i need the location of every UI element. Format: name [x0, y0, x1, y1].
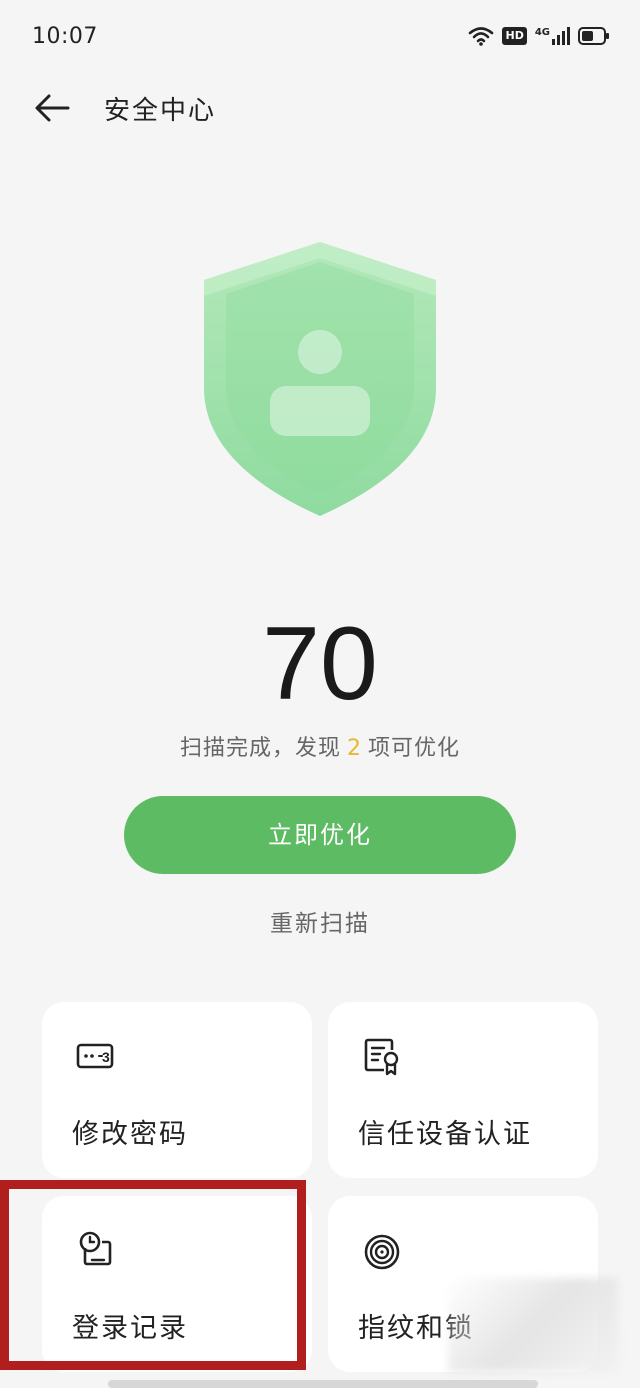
status-bar: 10:07 HD 4G — [0, 0, 640, 78]
page-title: 安全中心 — [104, 96, 217, 126]
login-history-icon — [74, 1228, 120, 1274]
security-score: 70 — [262, 606, 378, 722]
signal-4g-icon: 4G — [535, 27, 570, 45]
password-icon: 3 — [74, 1034, 120, 1080]
scan-summary: 扫描完成，发现 2 项可优化 — [0, 730, 640, 762]
card-label: 登录记录 — [72, 1313, 188, 1344]
card-change-password[interactable]: 3 修改密码 — [42, 1002, 312, 1178]
back-button[interactable] — [32, 90, 72, 126]
home-indicator[interactable] — [108, 1380, 538, 1388]
status-icons: HD 4G — [468, 26, 610, 46]
card-trusted-device[interactable]: 信任设备认证 — [328, 1002, 598, 1178]
card-label: 指纹和锁 — [358, 1313, 474, 1344]
fingerprint-icon — [360, 1228, 406, 1274]
wifi-icon — [468, 26, 494, 46]
app-bar: 安全中心 — [0, 78, 640, 138]
shield-user-icon — [200, 238, 440, 520]
hd-icon: HD — [502, 27, 527, 45]
security-center-screen: 10:07 HD 4G 安全中心 70 扫描完成，发现 2 项可优化 立即优化 … — [0, 0, 640, 1388]
svg-text:3: 3 — [102, 1049, 110, 1065]
issue-count: 2 — [347, 736, 362, 761]
network-type-label: 4G — [534, 27, 550, 38]
card-login-history[interactable]: 登录记录 — [42, 1196, 312, 1372]
card-fingerprint-lock[interactable]: 指纹和锁 — [328, 1196, 598, 1372]
certificate-icon — [360, 1034, 406, 1080]
battery-icon — [578, 27, 610, 45]
optimize-now-button[interactable]: 立即优化 — [124, 796, 516, 874]
scan-summary-prefix: 扫描完成，发现 — [179, 736, 341, 761]
arrow-left-icon — [35, 94, 70, 122]
card-label: 信任设备认证 — [358, 1119, 532, 1150]
scan-summary-suffix: 项可优化 — [368, 736, 461, 761]
status-time: 10:07 — [32, 24, 98, 49]
rescan-link[interactable]: 重新扫描 — [0, 904, 640, 938]
card-label: 修改密码 — [72, 1119, 188, 1150]
